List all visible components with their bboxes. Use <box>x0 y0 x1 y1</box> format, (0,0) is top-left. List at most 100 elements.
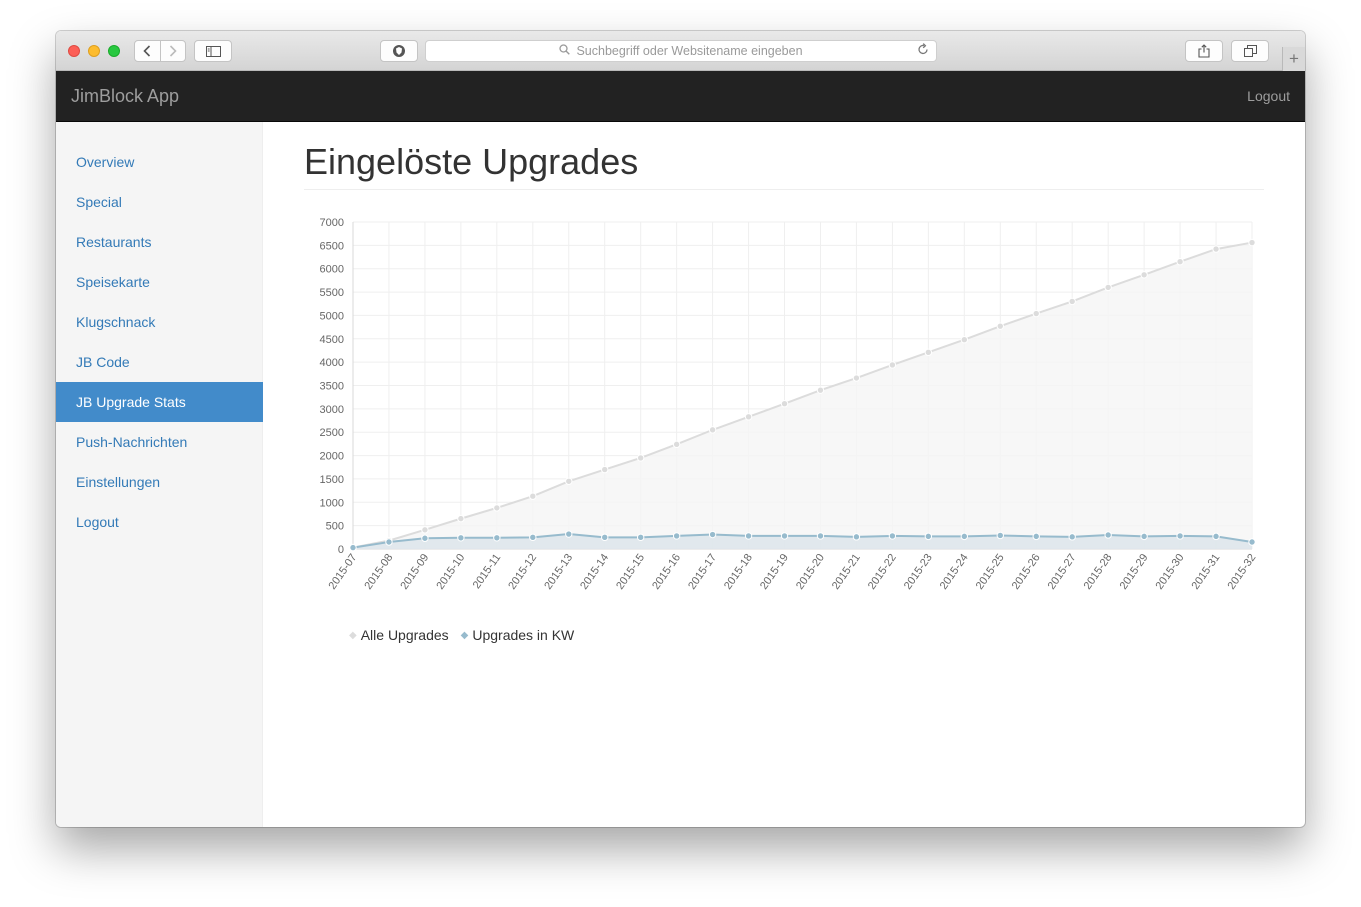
data-point <box>780 400 789 408</box>
data-point <box>601 465 609 474</box>
data-point <box>1248 538 1256 546</box>
data-point <box>816 386 825 394</box>
sidebar-item-jb-upgrade-stats[interactable]: JB Upgrade Stats <box>56 382 263 422</box>
tab-overview-button[interactable] <box>1231 40 1269 62</box>
reload-icon[interactable] <box>917 43 929 59</box>
x-tick-label: 2015-19 <box>758 552 791 592</box>
data-point <box>1068 533 1076 541</box>
y-tick-label: 0 <box>338 544 344 556</box>
data-point <box>1212 532 1220 541</box>
plus-icon: + <box>1289 49 1299 68</box>
x-tick-label: 2015-08 <box>362 552 395 592</box>
y-tick-label: 6000 <box>320 264 344 276</box>
chart-legend: ◆ Alle Upgrades ◆ Upgrades in KW <box>349 627 586 643</box>
data-point <box>1176 258 1184 266</box>
sidebar: Overview Special Restaurants Speisekarte… <box>56 122 263 827</box>
address-placeholder: Suchbegriff oder Websitename eingeben <box>576 44 803 58</box>
address-bar[interactable]: Suchbegriff oder Websitename eingeben <box>425 40 937 62</box>
history-navigation <box>134 40 186 62</box>
shield-icon <box>393 45 405 57</box>
sidebar-item-special[interactable]: Special <box>56 182 263 222</box>
sidebar-item-speisekarte[interactable]: Speisekarte <box>56 262 263 302</box>
y-tick-label: 1000 <box>320 497 344 509</box>
app-navbar: JimBlock App Logout <box>56 71 1305 122</box>
x-tick-label: 2015-29 <box>1118 552 1151 592</box>
data-point <box>1176 532 1184 540</box>
sidebar-item-logout[interactable]: Logout <box>56 502 263 542</box>
browser-toolbar: Suchbegriff oder Websitename eingeben + <box>56 31 1305 71</box>
y-tick-label: 5000 <box>320 310 344 322</box>
browser-window: Suchbegriff oder Websitename eingeben + … <box>56 31 1305 827</box>
x-tick-label: 2015-07 <box>326 552 359 592</box>
data-point <box>349 543 357 552</box>
data-point <box>924 532 933 541</box>
data-point <box>996 322 1004 330</box>
legend-item-upgrades-in-kw: ◆ Upgrades in KW <box>461 627 575 643</box>
sidebar-item-restaurants[interactable]: Restaurants <box>56 222 263 262</box>
data-point <box>852 533 861 541</box>
y-tick-label: 3500 <box>320 381 344 393</box>
data-point <box>529 533 537 542</box>
sidebar-item-jb-code[interactable]: JB Code <box>56 342 263 382</box>
x-tick-label: 2015-13 <box>542 552 575 592</box>
x-tick-label: 2015-27 <box>1046 552 1079 592</box>
data-point <box>565 477 573 485</box>
series-area <box>353 242 1252 549</box>
y-tick-label: 2000 <box>320 451 344 463</box>
sidebar-item-overview[interactable]: Overview <box>56 142 263 182</box>
chevron-right-icon <box>169 45 177 57</box>
share-button[interactable] <box>1185 40 1223 62</box>
y-tick-label: 3000 <box>320 404 344 416</box>
sidebar-item-einstellungen[interactable]: Einstellungen <box>56 462 263 502</box>
share-icon <box>1198 44 1210 58</box>
x-tick-label: 2015-25 <box>974 552 1007 592</box>
data-point <box>457 514 465 523</box>
privacy-extension-button[interactable] <box>380 40 418 62</box>
sidebar-item-push-nachrichten[interactable]: Push-Nachrichten <box>56 422 263 462</box>
x-tick-label: 2015-31 <box>1190 552 1223 592</box>
back-button[interactable] <box>135 41 160 61</box>
data-point <box>457 534 465 542</box>
y-tick-label: 5500 <box>320 287 344 299</box>
brand-link[interactable]: JimBlock App <box>71 86 179 107</box>
data-point <box>708 530 717 539</box>
x-tick-label: 2015-16 <box>650 552 683 592</box>
data-point <box>385 538 393 546</box>
chevron-left-icon <box>143 45 151 57</box>
legend-marker-icon: ◆ <box>349 629 357 641</box>
data-point <box>1032 532 1040 541</box>
window-zoom-button[interactable] <box>108 45 120 57</box>
x-tick-label: 2015-32 <box>1225 552 1258 592</box>
new-tab-button[interactable]: + <box>1282 47 1305 71</box>
y-tick-label: 4000 <box>320 357 344 369</box>
sidebar-item-klugschnack[interactable]: Klugschnack <box>56 302 263 342</box>
data-point <box>1140 271 1148 279</box>
y-tick-label: 6500 <box>320 240 344 252</box>
data-point <box>960 532 969 541</box>
data-point <box>636 454 645 462</box>
x-tick-label: 2015-23 <box>902 552 935 592</box>
y-tick-label: 500 <box>326 521 344 533</box>
window-close-button[interactable] <box>68 45 80 57</box>
data-point <box>744 532 753 540</box>
window-minimize-button[interactable] <box>88 45 100 57</box>
tabs-icon <box>1243 45 1257 57</box>
x-tick-label: 2015-24 <box>938 552 971 592</box>
data-point <box>1212 245 1220 253</box>
data-point <box>672 440 681 449</box>
data-point <box>493 534 501 542</box>
forward-button[interactable] <box>159 41 186 61</box>
x-tick-label: 2015-12 <box>506 552 539 592</box>
x-tick-label: 2015-14 <box>578 552 611 592</box>
data-point <box>1068 297 1076 306</box>
data-point <box>888 532 897 540</box>
main-content: Eingelöste Upgrades 0 500 1000 1500 2000 2500… <box>263 122 1305 827</box>
data-point <box>924 348 933 357</box>
navbar-logout-link[interactable]: Logout <box>1247 88 1290 104</box>
x-tick-label: 2015-17 <box>686 552 719 592</box>
x-tick-label: 2015-09 <box>398 552 431 592</box>
x-tick-label: 2015-18 <box>722 552 755 592</box>
sidebar-toggle-button[interactable] <box>194 40 232 62</box>
data-point <box>636 533 645 542</box>
x-tick-label: 2015-30 <box>1154 552 1187 592</box>
